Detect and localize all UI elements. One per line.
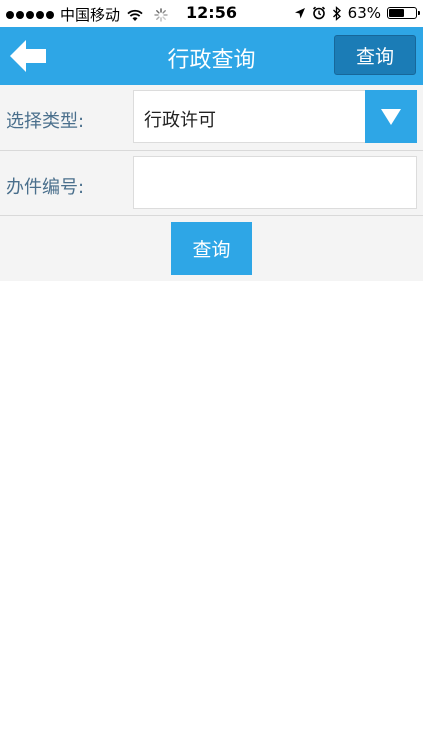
query-form: 选择类型: 行政许可 办件编号: 查询 — [0, 85, 423, 281]
alarm-clock-icon — [312, 6, 325, 20]
type-select-value: 行政许可 — [144, 110, 216, 131]
navigation-bar: 行政查询 查询 — [0, 27, 423, 85]
type-row: 选择类型: 行政许可 — [0, 85, 423, 151]
type-select[interactable]: 行政许可 — [133, 90, 365, 143]
battery-percent: 63% — [347, 4, 381, 22]
case-number-input[interactable] — [133, 156, 417, 209]
location-arrow-icon — [294, 7, 305, 18]
status-bar-right: 63% — [294, 4, 420, 22]
triangle-down-icon — [381, 108, 401, 125]
type-label: 选择类型: — [6, 111, 85, 132]
bluetooth-icon — [332, 5, 341, 21]
nav-query-button[interactable]: 查询 — [334, 35, 416, 75]
submit-query-button[interactable]: 查询 — [171, 222, 252, 275]
battery-icon — [387, 7, 420, 19]
status-bar: 中国移动 12:56 63% — [0, 0, 423, 27]
number-label: 办件编号: — [6, 177, 85, 198]
number-row: 办件编号: — [0, 151, 423, 216]
type-dropdown-button[interactable] — [365, 90, 417, 143]
